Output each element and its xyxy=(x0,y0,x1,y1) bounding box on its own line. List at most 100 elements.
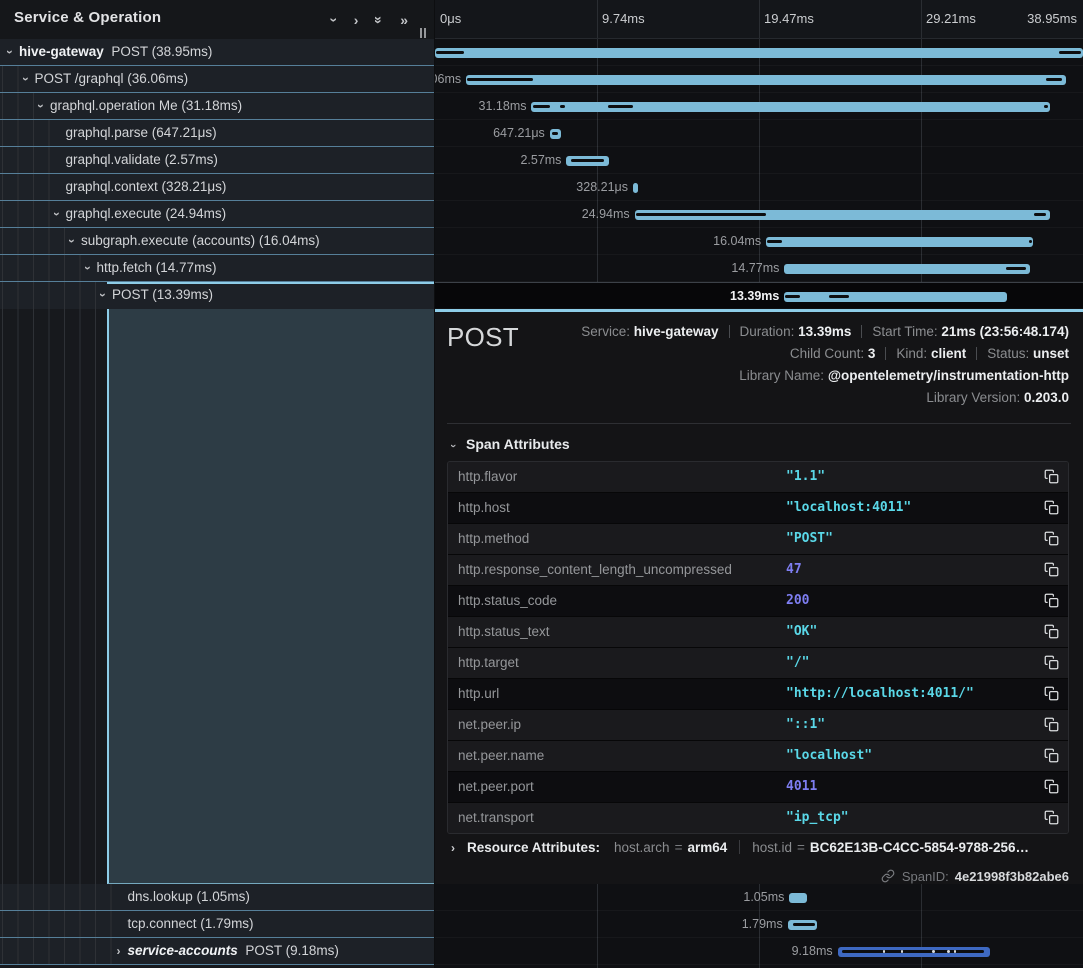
span-row[interactable]: tcp.connect (1.79ms) xyxy=(0,911,434,938)
gridline xyxy=(921,0,922,38)
span-bar[interactable] xyxy=(784,264,1030,274)
duration-bar-row[interactable]: 1.05ms xyxy=(435,884,1083,911)
duration-bar-row[interactable]: 31.18ms xyxy=(435,93,1083,120)
link-icon[interactable] xyxy=(881,869,895,884)
child-span-mark xyxy=(436,51,464,54)
attribute-key: net.peer.port xyxy=(458,772,534,802)
span-row[interactable]: graphql.parse (647.21μs) xyxy=(0,120,434,147)
selected-span-detail-block xyxy=(107,309,434,884)
operation-name: POST /graphql (36.06ms) xyxy=(35,71,189,86)
child-span-mark xyxy=(560,105,565,108)
span-bar[interactable] xyxy=(531,102,1050,112)
child-span-mark xyxy=(1044,105,1048,108)
resource-attributes-row[interactable]: ›Resource Attributes:host.arch=arm64host… xyxy=(447,839,1069,857)
duration-bar-row[interactable]: 2.57ms xyxy=(435,147,1083,174)
span-id-row: SpanID:4e21998f3b82abe6 xyxy=(881,868,1069,886)
span-bar[interactable] xyxy=(766,237,1033,247)
child-span-mark xyxy=(842,950,984,953)
duration-label: 13.39ms xyxy=(730,283,779,309)
operation-name: graphql.operation Me (31.18ms) xyxy=(50,98,242,113)
duration-bar-row[interactable]: 13.39ms xyxy=(435,282,1083,309)
copy-icon[interactable] xyxy=(1044,469,1059,484)
child-span-mark xyxy=(608,105,633,108)
child-span-mark xyxy=(901,950,903,953)
copy-icon[interactable] xyxy=(1044,500,1059,515)
copy-icon[interactable] xyxy=(1044,531,1059,546)
duration-bar-row[interactable]: 24.94ms xyxy=(435,201,1083,228)
duration-bar-row[interactable]: 36.06ms xyxy=(435,66,1083,93)
span-attributes-header[interactable]: ›Span Attributes xyxy=(447,436,570,453)
copy-icon[interactable] xyxy=(1044,562,1059,577)
duration-label: 31.18ms xyxy=(479,93,527,119)
span-bar[interactable] xyxy=(784,292,1007,302)
span-bar[interactable] xyxy=(566,156,609,166)
copy-icon[interactable] xyxy=(1044,748,1059,763)
copy-icon[interactable] xyxy=(1044,779,1059,794)
span-bar[interactable] xyxy=(789,893,806,903)
attribute-key: http.method xyxy=(458,524,529,554)
span-row[interactable]: ›service-accounts POST (9.18ms) xyxy=(0,938,434,965)
copy-icon[interactable] xyxy=(1044,810,1059,825)
span-label: http.fetch (14.77ms) xyxy=(0,255,434,281)
copy-icon[interactable] xyxy=(1044,624,1059,639)
copy-icon[interactable] xyxy=(1044,686,1059,701)
duration-bar-row[interactable]: 647.21μs xyxy=(435,120,1083,147)
meta-line: Service: hive-gatewayDuration: 13.39msSt… xyxy=(581,321,1069,343)
attribute-row: http.response_content_length_uncompresse… xyxy=(448,554,1068,585)
tree-header-title: Service & Operation xyxy=(14,9,161,26)
duration-bar-row[interactable]: 16.04ms xyxy=(435,228,1083,255)
timeline-ruler: 0μs9.74ms19.47ms29.21ms38.95ms xyxy=(435,0,1083,39)
span-row[interactable]: ›http.fetch (14.77ms) xyxy=(0,255,434,282)
duration-label: 328.21μs xyxy=(576,174,628,200)
chevron-right-icon[interactable]: › xyxy=(354,13,359,27)
attribute-row: net.peer.port4011 xyxy=(448,771,1068,802)
child-span-mark xyxy=(571,159,604,162)
span-row[interactable]: ›subgraph.execute (accounts) (16.04ms) xyxy=(0,228,434,255)
duration-bar-row[interactable]: 9.18ms xyxy=(435,938,1083,965)
duration-bar-row[interactable]: 328.21μs xyxy=(435,174,1083,201)
duration-label: 647.21μs xyxy=(493,120,545,146)
copy-icon[interactable] xyxy=(1044,655,1059,670)
span-row[interactable]: ›POST /graphql (36.06ms) xyxy=(0,66,434,93)
span-row[interactable]: graphql.validate (2.57ms) xyxy=(0,147,434,174)
span-row[interactable]: ›graphql.operation Me (31.18ms) xyxy=(0,93,434,120)
duration-bar-row[interactable]: 38.95ms xyxy=(435,39,1083,66)
double-chevron-right-icon[interactable]: » xyxy=(400,13,408,27)
span-bar[interactable] xyxy=(838,947,991,957)
span-row[interactable]: dns.lookup (1.05ms) xyxy=(0,884,434,911)
span-row[interactable]: graphql.context (328.21μs) xyxy=(0,174,434,201)
span-label: graphql.execute (24.94ms) xyxy=(0,201,434,227)
operation-name: graphql.context (328.21μs) xyxy=(66,179,227,194)
tree-header: Service & Operation › › » » xyxy=(0,0,434,39)
span-bar[interactable] xyxy=(635,210,1050,220)
span-bar[interactable] xyxy=(633,183,638,193)
resource-key: host.arch xyxy=(614,840,670,855)
meta-value: unset xyxy=(1033,346,1069,361)
span-detail-title: POST xyxy=(447,322,519,353)
span-attributes-table: http.flavor"1.1"http.host"localhost:4011… xyxy=(447,461,1069,834)
span-bar[interactable] xyxy=(435,48,1083,58)
attribute-row: net.peer.ip"::1" xyxy=(448,709,1068,740)
attribute-key: http.url xyxy=(458,679,499,709)
span-row[interactable]: ›graphql.execute (24.94ms) xyxy=(0,201,434,228)
resource-key: host.id xyxy=(752,840,792,855)
attribute-value: "::1" xyxy=(786,710,825,740)
span-bar[interactable] xyxy=(550,129,561,139)
panel-resize-grip[interactable] xyxy=(420,28,428,38)
double-chevron-down-icon[interactable]: » xyxy=(372,16,386,24)
span-label: graphql.parse (647.21μs) xyxy=(0,120,434,146)
span-label: POST /graphql (36.06ms) xyxy=(0,66,434,92)
span-row[interactable]: ›POST (13.39ms) xyxy=(0,282,434,309)
attribute-row: net.peer.name"localhost" xyxy=(448,740,1068,771)
copy-icon[interactable] xyxy=(1044,593,1059,608)
span-bar[interactable] xyxy=(466,75,1066,85)
span-row[interactable]: ›hive-gateway POST (38.95ms) xyxy=(0,39,434,66)
divider xyxy=(739,840,740,854)
chevron-down-icon[interactable]: › xyxy=(327,17,341,22)
duration-bar-row[interactable]: 14.77ms xyxy=(435,255,1083,282)
duration-bar-row[interactable]: 1.79ms xyxy=(435,911,1083,938)
copy-icon[interactable] xyxy=(1044,717,1059,732)
child-span-mark xyxy=(932,950,934,953)
meta-value: @opentelemetry/instrumentation-http xyxy=(828,368,1069,383)
span-bar[interactable] xyxy=(788,920,818,930)
